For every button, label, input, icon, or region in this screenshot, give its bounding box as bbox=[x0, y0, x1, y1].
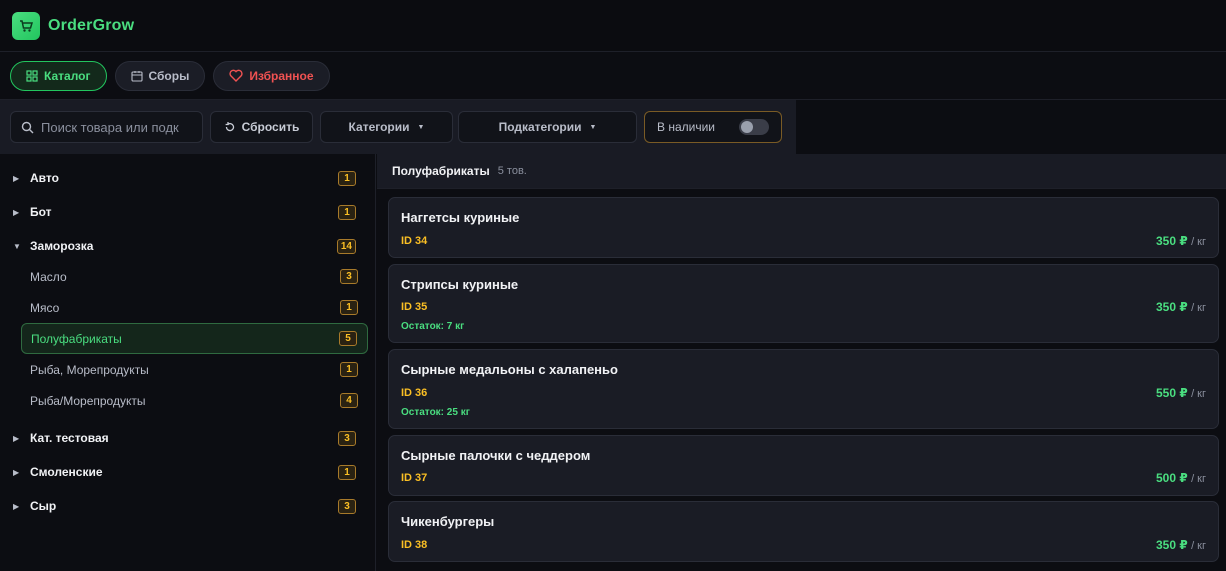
product-name: Стрипсы куриные bbox=[401, 277, 519, 292]
tab-favorites-label: Избранное bbox=[249, 68, 314, 83]
chevron-right-icon: ▶ bbox=[13, 467, 20, 477]
subcategories-dropdown[interactable]: Подкатегории ▼ bbox=[458, 111, 637, 143]
main-nav: Каталог Сборы Избранное bbox=[0, 52, 1226, 100]
tab-favorites[interactable]: Избранное bbox=[213, 60, 330, 91]
calendar-icon bbox=[130, 70, 143, 82]
heart-icon bbox=[229, 69, 243, 82]
product-card[interactable]: Стрипсы куриные ID 35 Остаток: 7 кг 350 … bbox=[388, 264, 1219, 343]
count-badge: 14 bbox=[336, 238, 356, 254]
count-badge: 1 bbox=[340, 300, 358, 315]
product-name: Чикенбургеры bbox=[401, 514, 495, 529]
subcategory-name: Мясо bbox=[30, 300, 60, 315]
reset-button[interactable]: Сбросить bbox=[210, 111, 313, 143]
search-icon bbox=[21, 121, 34, 133]
categories-label: Категории bbox=[348, 120, 410, 134]
reset-label: Сбросить bbox=[241, 120, 300, 134]
product-name: Наггетсы куриные bbox=[401, 210, 520, 225]
count-badge: 1 bbox=[338, 464, 356, 480]
product-id: ID 34 bbox=[401, 235, 428, 247]
search-input[interactable]: Поиск товара или подк bbox=[10, 111, 203, 143]
subcategory-name: Масло bbox=[30, 269, 67, 284]
chevron-down-icon: ▼ bbox=[589, 123, 597, 131]
app-header: OrderGrow bbox=[0, 0, 1226, 52]
product-card[interactable]: Наггетсы куриные ID 34 350 ₽ / кг bbox=[388, 197, 1219, 258]
chevron-right-icon: ▶ bbox=[13, 501, 20, 511]
in-stock-label: В наличии bbox=[657, 120, 716, 134]
in-stock-filter[interactable]: В наличии bbox=[644, 111, 782, 143]
count-badge: 1 bbox=[340, 362, 358, 377]
category-item[interactable]: ▼ Заморозка 14 bbox=[0, 229, 376, 263]
product-card[interactable]: Сырные палочки с чеддером ID 37 500 ₽ / … bbox=[388, 435, 1219, 496]
subcategory-item[interactable]: Рыба, Морепродукты 1 bbox=[21, 354, 368, 385]
product-card[interactable]: Сырные медальоны с халапеньо ID 36 Остат… bbox=[388, 349, 1219, 429]
category-name: Заморозка bbox=[30, 239, 94, 253]
chevron-down-icon: ▼ bbox=[13, 241, 21, 251]
product-price: 350 ₽ / кг bbox=[1156, 300, 1206, 314]
category-name: Кат. тестовая bbox=[30, 431, 109, 445]
product-id: ID 37 bbox=[401, 472, 428, 484]
product-id: ID 36 bbox=[401, 387, 428, 399]
product-id: ID 38 bbox=[401, 539, 428, 551]
count-badge: 5 bbox=[339, 331, 357, 346]
count-badge: 4 bbox=[340, 393, 358, 408]
subcategories-label: Подкатегории bbox=[498, 120, 582, 134]
subcategory-name: Рыба, Морепродукты bbox=[30, 362, 149, 377]
chevron-down-icon: ▼ bbox=[417, 123, 425, 131]
subcategory-item-active[interactable]: Полуфабрикаты 5 bbox=[21, 323, 368, 354]
category-item[interactable]: ▶ Смоленские 1 bbox=[0, 455, 376, 489]
subcategory-name: Полуфабрикаты bbox=[31, 331, 122, 346]
tab-catalog-label: Каталог bbox=[44, 68, 91, 83]
category-item[interactable]: ▶ Кат. тестовая 3 bbox=[0, 421, 376, 455]
subcategory-item[interactable]: Масло 3 bbox=[21, 261, 368, 292]
category-name: Сыр bbox=[30, 499, 57, 513]
grid-icon bbox=[26, 69, 38, 82]
filter-bar: Поиск товара или подк Сбросить Категории… bbox=[0, 100, 796, 154]
category-sidebar: ▶ Авто 1 ▶ Бот 1 ▼ Заморозка 14 Масло 3 … bbox=[0, 154, 376, 571]
product-price: 550 ₽ / кг bbox=[1156, 386, 1206, 400]
category-name: Бот bbox=[30, 205, 52, 219]
reset-icon bbox=[225, 122, 234, 132]
search-placeholder: Поиск товара или подк bbox=[41, 119, 179, 135]
chevron-right-icon: ▶ bbox=[13, 173, 20, 183]
category-item[interactable]: ▶ Авто 1 bbox=[0, 161, 376, 195]
product-list-panel: Полуфабрикаты 5 тов. Наггетсы куриные ID… bbox=[377, 154, 1226, 571]
categories-dropdown[interactable]: Категории ▼ bbox=[320, 111, 453, 143]
app-title: OrderGrow bbox=[48, 16, 135, 34]
count-badge: 1 bbox=[338, 204, 356, 220]
subcategory-name: Рыба/Морепродукты bbox=[30, 393, 146, 408]
category-name: Авто bbox=[30, 171, 59, 185]
chevron-right-icon: ▶ bbox=[13, 207, 20, 217]
product-name: Сырные палочки с чеддером bbox=[401, 448, 591, 463]
count-badge: 3 bbox=[340, 269, 358, 284]
section-title: Полуфабрикаты bbox=[392, 164, 490, 178]
section-header: Полуфабрикаты 5 тов. bbox=[377, 154, 1226, 189]
subcategory-item[interactable]: Мясо 1 bbox=[21, 292, 368, 323]
count-badge: 3 bbox=[338, 430, 356, 446]
in-stock-toggle[interactable] bbox=[739, 119, 769, 135]
tab-catalog[interactable]: Каталог bbox=[10, 60, 107, 91]
product-name: Сырные медальоны с халапеньо bbox=[401, 362, 618, 377]
product-price: 500 ₽ / кг bbox=[1156, 471, 1206, 485]
count-badge: 1 bbox=[338, 170, 356, 186]
count-badge: 3 bbox=[338, 498, 356, 514]
product-card[interactable]: Чикенбургеры ID 38 350 ₽ / кг bbox=[388, 501, 1219, 562]
section-count: 5 тов. bbox=[497, 165, 527, 177]
product-price: 350 ₽ / кг bbox=[1156, 234, 1206, 248]
category-item[interactable]: ▶ Бот 1 bbox=[0, 195, 376, 229]
tab-orders-label: Сборы bbox=[148, 68, 190, 83]
stock-remaining: Остаток: 7 кг bbox=[401, 321, 465, 332]
subcategory-item[interactable]: Рыба/Морепродукты 4 bbox=[21, 385, 368, 416]
chevron-right-icon: ▶ bbox=[13, 433, 20, 443]
category-name: Смоленские bbox=[30, 465, 103, 479]
cart-logo-icon bbox=[12, 11, 40, 40]
category-item[interactable]: ▶ Сыр 3 bbox=[0, 489, 376, 523]
tab-orders[interactable]: Сборы bbox=[114, 60, 206, 91]
product-price: 350 ₽ / кг bbox=[1156, 538, 1206, 552]
stock-remaining: Остаток: 25 кг bbox=[401, 407, 470, 418]
product-id: ID 35 bbox=[401, 301, 428, 313]
